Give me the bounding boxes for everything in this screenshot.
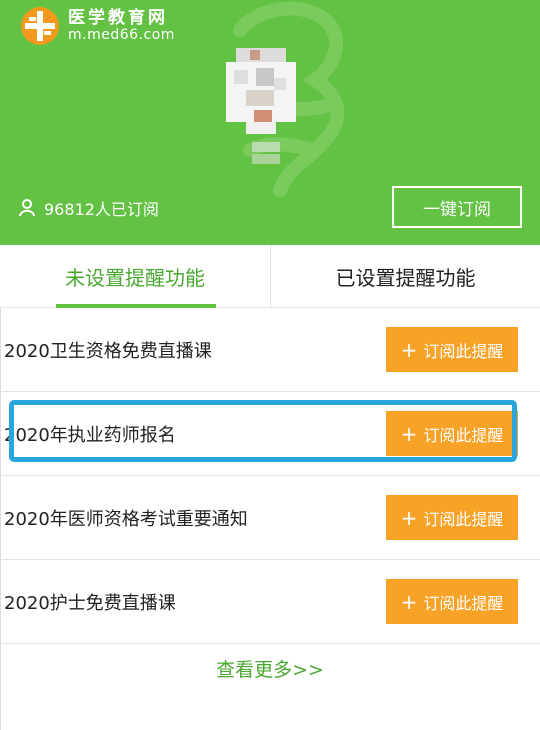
list-item-title: 2020卫生资格免费直播课 <box>4 341 212 362</box>
logo-name: 医学教育网 <box>68 7 168 28</box>
subscribe-reminder-button[interactable]: + 订阅此提醒 <box>386 579 518 624</box>
tab-set-reminders[interactable]: 已设置提醒功能 <box>270 245 540 307</box>
avatar-username-blurred <box>252 142 280 164</box>
list-item-title: 2020年医师资格考试重要通知 <box>4 509 248 530</box>
list-item-title: 2020护士免费直播课 <box>4 593 176 614</box>
tab-label: 未设置提醒功能 <box>65 265 205 290</box>
list-item: 2020年医师资格考试重要通知 + 订阅此提醒 <box>0 476 540 560</box>
plus-icon: + <box>400 589 418 614</box>
highlight-box <box>9 400 517 462</box>
logo-url: m.med66.com <box>68 26 175 43</box>
reminder-tabs: 未设置提醒功能 已设置提醒功能 <box>0 245 540 308</box>
plus-icon: + <box>400 505 418 530</box>
logo-cross-icon <box>20 6 60 46</box>
user-icon <box>19 199 35 217</box>
list-item: 2020护士免费直播课 + 订阅此提醒 <box>0 560 540 644</box>
one-key-subscribe-button[interactable]: 一键订阅 <box>392 186 522 228</box>
site-logo[interactable]: 医学教育网 m.med66.com <box>20 6 175 46</box>
subscribe-label: 订阅此提醒 <box>423 341 504 361</box>
subscribe-label: 订阅此提醒 <box>423 593 504 613</box>
avatar <box>226 48 296 134</box>
subscribe-reminder-button[interactable]: + 订阅此提醒 <box>386 327 518 372</box>
plus-icon: + <box>400 337 418 362</box>
subscribe-reminder-button[interactable]: + 订阅此提醒 <box>386 495 518 540</box>
subscriber-count-text: 96812人已订阅 <box>44 200 159 219</box>
subscribe-label: 订阅此提醒 <box>423 509 504 529</box>
subscriber-count: 96812人已订阅 <box>18 196 159 220</box>
profile-header: 医学教育网 m.med66.com 96812人已订阅 一键订阅 <box>0 0 540 245</box>
view-more-link[interactable]: 查看更多>> <box>0 655 540 682</box>
tab-unset-reminders[interactable]: 未设置提醒功能 <box>0 245 270 308</box>
tab-label: 已设置提醒功能 <box>335 265 476 290</box>
list-item: 2020卫生资格免费直播课 + 订阅此提醒 <box>0 308 540 392</box>
